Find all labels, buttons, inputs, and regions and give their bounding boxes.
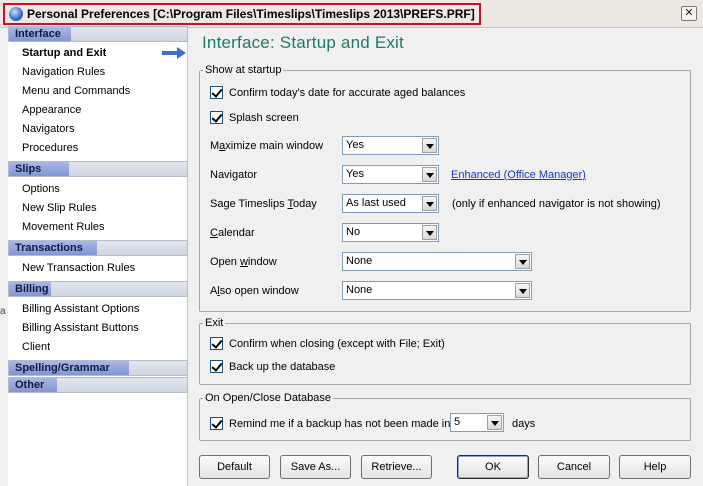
remind-days-unit: days (512, 418, 536, 430)
remind-label: Remind me if a backup has not been made … (229, 417, 451, 430)
confirm-date-checkbox[interactable] (210, 86, 223, 99)
backup-label: Back up the database (229, 360, 336, 373)
sidebar-section-label: Interface (15, 28, 61, 40)
chevron-down-icon[interactable] (422, 196, 437, 211)
sidebar-item-billing-assistant-options[interactable]: Billing Assistant Options (22, 302, 139, 316)
enhanced-navigator-link[interactable]: Enhanced (Office Manager) (451, 169, 586, 181)
show-at-startup-group (199, 70, 691, 312)
navigator-label: Navigator (210, 169, 258, 181)
sidebar-section-transactions[interactable]: Transactions (8, 240, 188, 256)
remind-checkbox[interactable] (210, 417, 223, 430)
open-window-select[interactable]: None (342, 252, 532, 271)
remind-days-select[interactable]: 5 (450, 413, 504, 432)
show-at-startup-label: Show at startup (203, 64, 284, 76)
confirm-date-row[interactable]: Confirm today's date for accurate aged b… (210, 86, 465, 99)
calendar-label: Calendar (210, 227, 255, 239)
sidebar-item-procedures[interactable]: Procedures (22, 141, 78, 155)
confirm-closing-label: Confirm when closing (except with File; … (229, 337, 445, 350)
retrieve-button[interactable]: Retrieve... (361, 455, 432, 479)
sidebar-item-options[interactable]: Options (22, 182, 60, 196)
title-bar: Personal Preferences [C:\Program Files\T… (0, 0, 703, 28)
backup-row[interactable]: Back up the database (210, 360, 335, 373)
ok-button[interactable]: OK (457, 455, 529, 479)
exit-group (199, 323, 691, 385)
maximize-label: Maximize main window (210, 140, 324, 152)
backup-checkbox[interactable] (210, 360, 223, 373)
background-text-stub: a (0, 306, 6, 317)
chevron-down-icon[interactable] (487, 415, 502, 430)
navigator-select[interactable]: Yes (342, 165, 439, 184)
confirm-closing-checkbox[interactable] (210, 337, 223, 350)
sidebar-section-slips[interactable]: Slips (8, 161, 188, 177)
sidebar-item-appearance[interactable]: Appearance (22, 103, 81, 117)
maximize-select[interactable]: Yes (342, 136, 439, 155)
chevron-down-icon[interactable] (422, 225, 437, 240)
sidebar-item-menu-commands[interactable]: Menu and Commands (22, 84, 130, 98)
also-open-select[interactable]: None (342, 281, 532, 300)
sage-today-select[interactable]: As last used (342, 194, 439, 213)
chevron-down-icon[interactable] (422, 167, 437, 182)
chevron-down-icon[interactable] (515, 283, 530, 298)
sidebar-section-label: Billing (15, 283, 49, 295)
exit-label: Exit (203, 317, 226, 329)
sidebar-item-navigation-rules[interactable]: Navigation Rules (22, 65, 105, 79)
sidebar-item-billing-assistant-buttons[interactable]: Billing Assistant Buttons (22, 321, 139, 335)
sidebar-section-label: Transactions (15, 242, 83, 254)
preferences-sidebar: Interface Startup and Exit Navigation Ru… (8, 26, 188, 486)
also-open-label: Also open window (210, 285, 299, 297)
open-close-label: On Open/Close Database (203, 392, 333, 404)
sidebar-section-billing[interactable]: Billing (8, 281, 188, 297)
sidebar-section-label: Spelling/Grammar (15, 362, 110, 374)
title-highlight-outline (3, 3, 481, 25)
sidebar-section-other[interactable]: Other (8, 377, 188, 393)
sage-today-note: (only if enhanced navigator is not showi… (452, 198, 661, 210)
calendar-select[interactable]: No (342, 223, 439, 242)
sage-today-label: Sage Timeslips Today (210, 198, 317, 210)
confirm-date-label: Confirm today's date for accurate aged b… (229, 86, 466, 99)
active-arrow-icon (162, 47, 186, 59)
default-button[interactable]: Default (199, 455, 270, 479)
sidebar-section-label: Slips (15, 163, 42, 175)
sidebar-item-new-slip-rules[interactable]: New Slip Rules (22, 201, 97, 215)
help-button[interactable]: Help (619, 455, 691, 479)
splash-label: Splash screen (229, 111, 299, 124)
page-title: Interface: Startup and Exit (202, 33, 404, 52)
sidebar-section-spelling-grammar[interactable]: Spelling/Grammar (8, 360, 188, 376)
save-as-button[interactable]: Save As... (280, 455, 351, 479)
sidebar-item-client[interactable]: Client (22, 340, 50, 354)
sidebar-item-startup-exit[interactable]: Startup and Exit (22, 46, 106, 60)
sidebar-item-new-transaction-rules[interactable]: New Transaction Rules (22, 261, 135, 275)
splash-checkbox[interactable] (210, 111, 223, 124)
sidebar-section-interface[interactable]: Interface (8, 26, 188, 42)
open-window-label: Open window (210, 256, 277, 268)
sidebar-section-label: Other (15, 379, 45, 391)
close-icon[interactable]: ✕ (681, 6, 697, 21)
sidebar-item-navigators[interactable]: Navigators (22, 122, 75, 136)
chevron-down-icon[interactable] (422, 138, 437, 153)
cancel-button[interactable]: Cancel (538, 455, 610, 479)
sidebar-item-movement-rules[interactable]: Movement Rules (22, 220, 105, 234)
confirm-closing-row[interactable]: Confirm when closing (except with File; … (210, 337, 445, 350)
chevron-down-icon[interactable] (515, 254, 530, 269)
remind-row[interactable]: Remind me if a backup has not been made … (210, 417, 450, 430)
splash-row[interactable]: Splash screen (210, 111, 299, 124)
